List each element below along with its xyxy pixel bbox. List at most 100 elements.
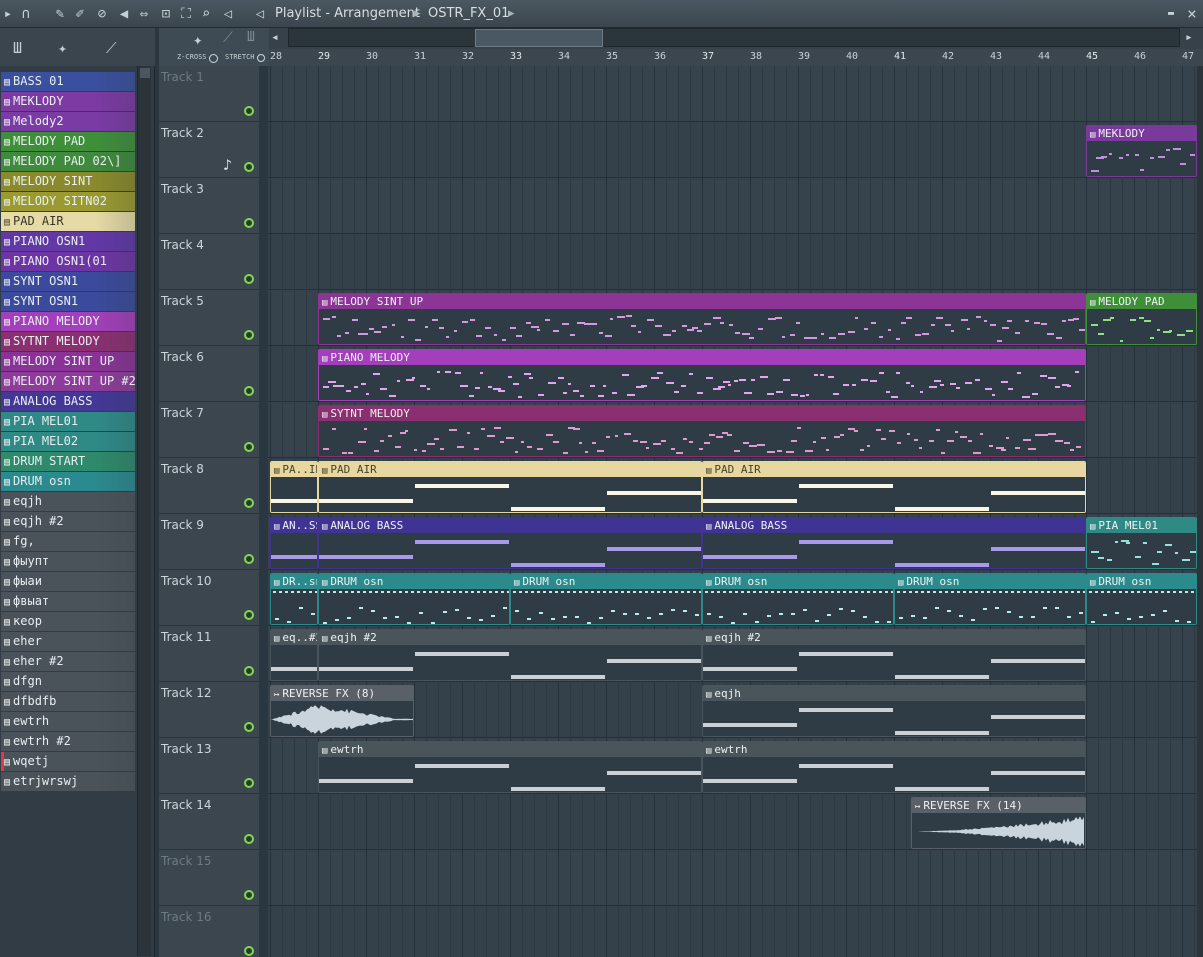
track-enable-toggle[interactable] — [244, 834, 254, 844]
playlist-clip[interactable]: ▤ DRUM osn — [1086, 573, 1197, 625]
playlist-clip[interactable]: ▤ eqjh — [702, 685, 1086, 737]
channel-item[interactable]: ▤ фыаи — [1, 572, 135, 591]
clip-header[interactable]: ▤ ANALOG BASS — [319, 518, 701, 533]
track-enable-toggle[interactable] — [244, 610, 254, 620]
clip-header[interactable]: ▤ eqjh — [703, 686, 1085, 701]
clip-header[interactable]: ▤DR..sn — [271, 574, 317, 589]
clip-header[interactable]: ▤ MELODY PAD — [1087, 294, 1196, 309]
playlist-clip[interactable]: ▤ DRUM osn — [510, 573, 702, 625]
playlist-clip[interactable]: ▤ PAD AIR — [318, 461, 702, 513]
clip-header[interactable]: ▤ ewtrh — [319, 742, 701, 757]
automation-view-icon[interactable]: ⟋ — [106, 39, 117, 57]
channel-item[interactable]: ▤ MEKLODY — [1, 92, 135, 111]
timeline-bar-number[interactable]: 43 — [990, 51, 1002, 62]
track-enable-toggle[interactable] — [244, 162, 254, 172]
track-header[interactable]: Track 11 — [159, 626, 259, 682]
channel-item[interactable]: ▤ dfbdfb — [1, 692, 135, 711]
channel-item[interactable]: ▤ SYNT OSN1 — [1, 272, 135, 291]
play-arrow-icon[interactable]: ▸ — [0, 6, 16, 22]
clip-header[interactable]: ▤ PAD AIR — [703, 462, 1085, 477]
track-enable-toggle[interactable] — [244, 498, 254, 508]
pattern-tool-icon[interactable]: ✦ — [193, 30, 203, 49]
channel-item[interactable]: ▤ DRUM osn — [1, 472, 135, 491]
minimize-icon[interactable]: ▬ — [1163, 6, 1179, 22]
automation-tool-icon[interactable]: ⟋ — [223, 30, 233, 46]
channel-item[interactable]: ▤ eqjh — [1, 492, 135, 511]
channel-item[interactable]: ▤ фыупт — [1, 552, 135, 571]
pattern-grid-icon[interactable]: Ш — [247, 30, 255, 45]
timeline-bar-number[interactable]: 35 — [606, 51, 618, 62]
channel-item[interactable]: ▤ dfgn — [1, 672, 135, 691]
channel-item[interactable]: ▤ фвыат — [1, 592, 135, 611]
timeline-bar-number[interactable]: 41 — [894, 51, 906, 62]
playlist-vertical-scrollbar[interactable] — [1197, 66, 1203, 957]
track-enable-toggle[interactable] — [244, 946, 254, 956]
clip-header[interactable]: ▤ DRUM osn — [1087, 574, 1196, 589]
channel-item[interactable]: ▤ MELODY PAD — [1, 132, 135, 151]
playback-icon[interactable]: ◁ — [220, 6, 236, 22]
track-enable-toggle[interactable] — [244, 274, 254, 284]
channel-item[interactable]: ▤ fg, — [1, 532, 135, 551]
close-icon[interactable]: × — [1184, 6, 1200, 22]
timeline-bar-number[interactable]: 32 — [462, 51, 474, 62]
playlist-clip[interactable]: ▤ MELODY PAD — [1086, 293, 1197, 345]
track-enable-toggle[interactable] — [244, 554, 254, 564]
track-header[interactable]: Track 6 — [159, 346, 259, 402]
track-enable-toggle[interactable] — [244, 666, 254, 676]
playlist-clip[interactable]: ▤PA..IR — [270, 461, 318, 513]
playlist-clip[interactable]: ↦ REVERSE FX (14) — [911, 797, 1086, 849]
track-header[interactable]: Track 14 — [159, 794, 259, 850]
channel-item[interactable]: ▤ кеор — [1, 612, 135, 631]
pattern-name[interactable]: OSTR_FX_01 — [428, 6, 509, 21]
channel-item[interactable]: ▤ DRUM START — [1, 452, 135, 471]
timeline-bar-number[interactable]: 47 — [1182, 51, 1194, 62]
mute-icon[interactable]: ⊘ — [94, 6, 110, 22]
zcross-toggle[interactable] — [209, 54, 218, 63]
track-enable-toggle[interactable] — [244, 778, 254, 788]
playlist-clip[interactable]: ▤ eqjh #2 — [702, 629, 1086, 681]
channel-item[interactable]: ▤ PIANO OSN1 — [1, 232, 135, 251]
channel-item[interactable]: ▤ eqjh #2 — [1, 512, 135, 531]
channel-item[interactable]: ▤ PIANO MELODY — [1, 312, 135, 331]
playlist-clip[interactable]: ▤ DRUM osn — [894, 573, 1086, 625]
channel-item[interactable]: ▤ MELODY SINT — [1, 172, 135, 191]
playlist-clip[interactable]: ▤ ANALOG BASS — [318, 517, 702, 569]
stretch-toggle[interactable] — [257, 54, 265, 62]
timeline-bar-number[interactable]: 38 — [750, 51, 762, 62]
timeline-bar-number[interactable]: 44 — [1038, 51, 1050, 62]
channel-item[interactable]: ▤ MELODY PAD 02\] — [1, 152, 135, 171]
timeline-bar-number[interactable]: 36 — [654, 51, 666, 62]
playlist-clip[interactable]: ▤DR..sn — [270, 573, 318, 625]
track-header[interactable]: Track 2 ♪ — [159, 122, 259, 178]
channel-item[interactable]: ▤ eher — [1, 632, 135, 651]
zoom-icon[interactable]: ⌕ — [198, 6, 214, 22]
timeline-bar-number[interactable]: 31 — [414, 51, 426, 62]
timeline-bar-number[interactable]: 37 — [702, 51, 714, 62]
channel-list-scrollbar[interactable] — [137, 66, 151, 956]
channel-item[interactable]: ▤ PIANO OSN1(01 — [1, 252, 135, 271]
channel-item[interactable]: ▤ SYNT OSN1 — [1, 292, 135, 311]
track-lane[interactable] — [268, 906, 1197, 957]
clip-header[interactable]: ▤ PIA MEL01 — [1087, 518, 1196, 533]
channel-item[interactable]: ▤ PIA MEL02 — [1, 432, 135, 451]
timeline-ruler[interactable]: 28 29 30 31 32 33 34 35 36 37 38 39 40 41 42 43 44 45 46 47 — [269, 49, 1203, 66]
channel-item[interactable]: ▤ PIA MEL01 — [1, 412, 135, 431]
channel-item[interactable]: ▤ etrjwrswj — [1, 772, 135, 791]
clip-header[interactable]: ▤ PAD AIR — [319, 462, 701, 477]
playlist-overview-scrollbar[interactable] — [288, 28, 1180, 47]
track-lane[interactable] — [268, 122, 1197, 178]
track-header[interactable]: Track 4 — [159, 234, 259, 290]
playlist-clip[interactable]: ▤ eqjh #2 — [318, 629, 702, 681]
overview-window[interactable] — [475, 29, 603, 47]
track-header[interactable]: Track 8 — [159, 458, 259, 514]
track-lane[interactable] — [268, 66, 1197, 122]
playlist-clip[interactable]: ▤AN..SS — [270, 517, 318, 569]
playlist-clip[interactable]: ▤ PAD AIR — [702, 461, 1086, 513]
channel-item[interactable]: ▤ ewtrh #2 — [1, 732, 135, 751]
track-header[interactable]: Track 16 — [159, 906, 259, 957]
playlist-clip[interactable]: ▤ DRUM osn — [702, 573, 894, 625]
brush-icon[interactable]: ✐ — [72, 6, 88, 22]
track-header[interactable]: Track 7 — [159, 402, 259, 458]
track-header[interactable]: Track 12 — [159, 682, 259, 738]
channel-item[interactable]: ▤ ewtrh — [1, 712, 135, 731]
